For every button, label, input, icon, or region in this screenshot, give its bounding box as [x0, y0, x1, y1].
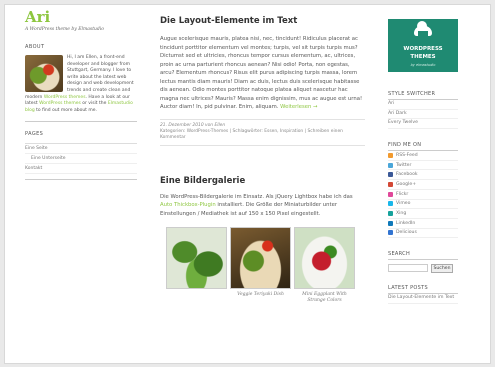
social-label: Twitter: [396, 162, 412, 168]
social-label: Xing: [396, 211, 407, 217]
post: Eine Bildergalerie Die WordPress-Bilderg…: [160, 176, 365, 303]
page-link-kontakt[interactable]: Kontakt: [25, 164, 137, 175]
social-link-linkedin[interactable]: LinkedIn: [388, 219, 458, 229]
google-plus-icon: [388, 182, 393, 188]
search-input[interactable]: [388, 264, 428, 273]
latest-posts-list: Die Layout-Elemente im Text: [388, 294, 458, 304]
gallery-caption: Veggie Teriyaki Dish: [237, 292, 284, 298]
page: Ari A WordPress theme by Elmastudio ABOU…: [4, 4, 491, 364]
social-label: Delicious: [396, 230, 417, 236]
about-link-themes[interactable]: WordPress themes: [44, 95, 86, 100]
social-link-twitter[interactable]: Twitter: [388, 161, 458, 171]
gallery-image-teriyaki[interactable]: [230, 227, 291, 290]
social-link-vimeo[interactable]: Vimeo: [388, 200, 458, 210]
divider: [25, 121, 137, 123]
site-title[interactable]: Ari: [25, 9, 137, 26]
read-more-link[interactable]: Weiterlesen →: [280, 104, 317, 110]
wordpress-themes-badge[interactable]: WORDPRESS THEMES by elmastudio: [388, 19, 458, 72]
social-link-flickr[interactable]: Flickr: [388, 190, 458, 200]
social-label: LinkedIn: [396, 220, 416, 226]
social-label: Vimeo: [396, 201, 411, 207]
house-icon: [418, 31, 428, 38]
right-sidebar: WORDPRESS THEMES by elmastudio STYLE SWI…: [388, 19, 458, 304]
linkedin-icon: [388, 220, 393, 226]
social-link-rss[interactable]: RSS-Feed: [388, 151, 458, 161]
style-switcher-list: Ari Ari Dark Every Twelve: [388, 100, 458, 130]
style-switcher-title: STYLE SWITCHER: [388, 91, 458, 100]
social-links: RSS-Feed Twitter Facebook Google+ Flickr…: [388, 151, 458, 239]
rss-icon: [388, 152, 393, 158]
social-link-xing[interactable]: Xing: [388, 209, 458, 219]
social-label: Facebook: [396, 172, 418, 178]
post-meta: 21. Dezember 2010 von Ellen Kategorien: …: [160, 118, 365, 142]
about-text-4: to find out more about me.: [34, 107, 97, 113]
badge-line-2: THEMES: [410, 54, 436, 60]
page-link-eine-seite[interactable]: Eine Seite: [25, 144, 137, 155]
style-option-ari-dark[interactable]: Ari Dark: [388, 110, 458, 120]
facebook-icon: [388, 172, 393, 178]
social-label: Google+: [396, 182, 417, 188]
vimeo-icon: [388, 201, 393, 207]
gallery-image-eggplant[interactable]: [294, 227, 355, 290]
social-label: RSS-Feed: [396, 152, 418, 158]
about-photo: [25, 55, 63, 92]
latest-post-link[interactable]: Die Layout-Elemente im Text: [388, 294, 458, 304]
search-button[interactable]: Suchen: [431, 264, 453, 274]
post: Die Layout-Elemente im Text Augue sceler…: [160, 16, 365, 146]
plugin-link[interactable]: Auto Thickbox-Plugin: [160, 202, 216, 208]
divider: [25, 179, 137, 181]
about-title: ABOUT: [25, 44, 45, 50]
about-widget: Hi, I am Ellen, a front-end developer an…: [25, 55, 137, 114]
flickr-icon: [388, 191, 393, 197]
image-gallery: Veggie Teriyaki Dish Mini Eggplant With …: [160, 227, 365, 303]
xing-icon: [388, 211, 393, 217]
main-content: Die Layout-Elemente im Text Augue sceler…: [160, 16, 365, 303]
pages-title: PAGES: [25, 131, 44, 138]
divider: [160, 144, 365, 146]
post-title[interactable]: Die Layout-Elemente im Text: [160, 16, 365, 26]
post-body: Die WordPress-Bildergalerie im Einsatz. …: [160, 193, 365, 219]
twitter-icon: [388, 162, 393, 168]
search-form: Suchen: [388, 264, 458, 274]
page-link-eine-unterseite[interactable]: Eine Unterseite: [25, 154, 137, 165]
about-text-3: or visit the: [80, 101, 108, 107]
badge-line-3: by elmastudio: [410, 63, 436, 67]
about-link-latest[interactable]: WordPress themes: [39, 101, 81, 106]
social-link-delicious[interactable]: Delicious: [388, 229, 458, 239]
pages-nav: Eine Seite Eine Unterseite Kontakt: [25, 144, 137, 175]
social-link-facebook[interactable]: Facebook: [388, 170, 458, 181]
post-body: Augue scelerisque mauris, platea nisi, n…: [160, 35, 365, 112]
latest-posts-title: LATEST POSTS: [388, 285, 458, 295]
left-sidebar: Ari A WordPress theme by Elmastudio ABOU…: [25, 9, 137, 181]
post-title[interactable]: Eine Bildergalerie: [160, 176, 365, 186]
site-tagline: A WordPress theme by Elmastudio: [25, 27, 104, 32]
gallery-image-salad[interactable]: [166, 227, 227, 290]
find-me-title: FIND ME ON: [388, 142, 458, 152]
post-categories[interactable]: Kategorien: WordPress-Themes | Schlagwör…: [160, 129, 365, 142]
social-link-googleplus[interactable]: Google+: [388, 180, 458, 190]
post-text: Die WordPress-Bildergalerie im Einsatz. …: [160, 193, 353, 200]
style-option-ari[interactable]: Ari: [388, 100, 458, 110]
social-label: Flickr: [396, 191, 409, 197]
style-option-every-twelve[interactable]: Every Twelve: [388, 119, 458, 130]
badge-line-1: WORDPRESS: [403, 46, 443, 52]
delicious-icon: [388, 230, 393, 236]
search-title: SEARCH: [388, 251, 458, 261]
post-text: Augue scelerisque mauris, platea nisi, n…: [160, 36, 363, 110]
gallery-caption: Mini Eggplant With Strange Colors: [302, 292, 347, 304]
